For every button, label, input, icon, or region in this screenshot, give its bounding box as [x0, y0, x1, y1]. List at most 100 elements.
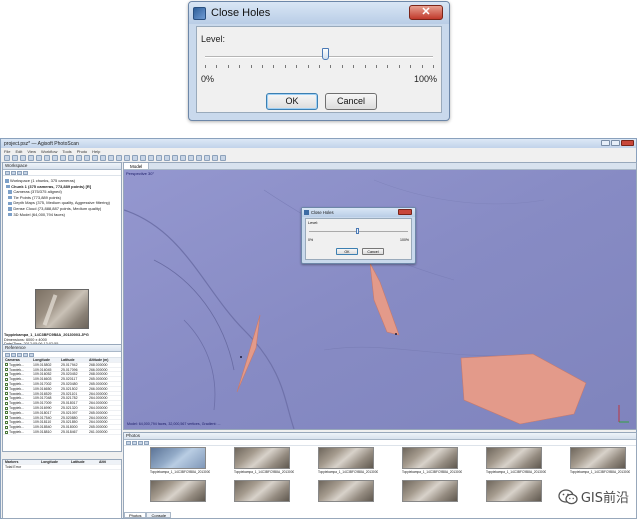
toolbar-button-icon[interactable]	[108, 155, 114, 161]
camera-checkbox[interactable]	[5, 411, 8, 415]
toolbar-button-icon[interactable]	[220, 155, 226, 161]
close-window-button[interactable]	[621, 140, 634, 146]
remove-icon[interactable]	[17, 170, 22, 175]
toolbar-button-icon[interactable]	[20, 155, 26, 161]
menu-tools[interactable]: Tools	[62, 149, 71, 154]
toolbar-button-icon[interactable]	[196, 155, 202, 161]
dialog-close-button[interactable]: ✕	[409, 5, 443, 20]
tab-console[interactable]: Console	[146, 512, 172, 518]
camera-checkbox[interactable]	[5, 392, 8, 396]
menu-file[interactable]: File	[4, 149, 10, 154]
table-row[interactable]: Toppiek... 109.018810 25.018467 261.000000	[3, 430, 121, 435]
model-canvas[interactable]: Perspective 30° Model: 64,000,794 faces,…	[124, 170, 636, 429]
camera-checkbox[interactable]	[5, 396, 8, 400]
camera-checkbox[interactable]	[5, 420, 8, 424]
toolbar-button-icon[interactable]	[164, 155, 170, 161]
col-altitude[interactable]: Altitude (m)	[89, 358, 119, 362]
small-dialog-titlebar[interactable]: Close Holes	[302, 208, 415, 217]
photo-thumbnail[interactable]: Toppiekampa_1_14C3BFC9B8A_20130003.JPG	[150, 447, 210, 474]
toolbar-button-icon[interactable]	[148, 155, 154, 161]
toolbar-button-icon[interactable]	[84, 155, 90, 161]
camera-checkbox[interactable]	[5, 372, 8, 376]
add-photos-icon[interactable]	[11, 170, 16, 175]
camera-checkbox[interactable]	[5, 368, 8, 372]
minimize-button[interactable]	[601, 140, 610, 146]
app-titlebar[interactable]: project.psz* — Agisoft PhotoScan	[1, 139, 636, 148]
toolbar-button-icon[interactable]	[12, 155, 18, 161]
total-error-row[interactable]: Total Error	[3, 465, 121, 470]
small-cancel-button[interactable]: Cancel	[362, 248, 384, 255]
toolbar-button-icon[interactable]	[172, 155, 178, 161]
toolbar-button-icon[interactable]	[140, 155, 146, 161]
photo-thumbnail[interactable]	[150, 480, 210, 502]
small-dialog-close-button[interactable]	[398, 209, 412, 215]
toolbar-button-icon[interactable]	[124, 155, 130, 161]
camera-checkbox[interactable]	[5, 387, 8, 391]
toolbar-button-icon[interactable]	[36, 155, 42, 161]
camera-checkbox[interactable]	[5, 401, 8, 405]
toolbar-button-icon[interactable]	[52, 155, 58, 161]
camera-checkbox[interactable]	[5, 377, 8, 381]
remove-photo-icon[interactable]	[126, 440, 131, 445]
toolbar-button-icon[interactable]	[68, 155, 74, 161]
rotate-icon[interactable]	[132, 440, 137, 445]
col-longitude[interactable]: Longitude	[33, 358, 61, 362]
small-level-thumb[interactable]	[356, 228, 359, 234]
convert-icon[interactable]	[17, 352, 22, 357]
enable-icon[interactable]	[23, 170, 28, 175]
toolbar-button-icon[interactable]	[4, 155, 10, 161]
menu-edit[interactable]: Edit	[15, 149, 22, 154]
col-cameras[interactable]: Cameras	[3, 358, 33, 362]
col-marker-latitude[interactable]: Latitude	[71, 460, 99, 464]
menu-photo[interactable]: Photo	[77, 149, 87, 154]
add-chunk-icon[interactable]	[5, 170, 10, 175]
col-marker-longitude[interactable]: Longitude	[41, 460, 71, 464]
view-mode-icon[interactable]	[144, 440, 149, 445]
update-icon[interactable]	[23, 352, 28, 357]
menu-help[interactable]: Help	[92, 149, 100, 154]
camera-checkbox[interactable]	[5, 382, 8, 386]
small-ok-button[interactable]: OK	[336, 248, 358, 255]
photo-thumbnail[interactable]	[318, 480, 378, 502]
toolbar-button-icon[interactable]	[132, 155, 138, 161]
tab-photos[interactable]: Photos	[124, 512, 147, 518]
camera-checkbox[interactable]	[5, 363, 8, 367]
toolbar-button-icon[interactable]	[92, 155, 98, 161]
photo-thumbnail[interactable]: Toppiekampa_1_14C3BFC9B8A_20130006.JPG	[402, 447, 462, 474]
level-slider-track[interactable]	[205, 56, 433, 58]
ok-button[interactable]: OK	[266, 93, 318, 110]
cancel-button[interactable]: Cancel	[325, 93, 377, 110]
reset-filter-icon[interactable]	[138, 440, 143, 445]
export-icon[interactable]	[11, 352, 16, 357]
toolbar-button-icon[interactable]	[212, 155, 218, 161]
toolbar-button-icon[interactable]	[76, 155, 82, 161]
col-markers[interactable]: Markers	[3, 460, 41, 464]
photo-thumbnail[interactable]: Toppiekampa_1_14C3BFC9B8A_20130004.JPG	[234, 447, 294, 474]
import-icon[interactable]	[5, 352, 10, 357]
menu-view[interactable]: View	[27, 149, 36, 154]
toolbar-button-icon[interactable]	[60, 155, 66, 161]
tree-item-3d-model[interactable]: 3D Model (64,000,794 faces)	[5, 212, 119, 218]
toolbar-button-icon[interactable]	[204, 155, 210, 161]
menu-workflow[interactable]: Workflow	[41, 149, 57, 154]
photo-thumbnail[interactable]	[486, 480, 546, 502]
camera-checkbox[interactable]	[5, 406, 8, 410]
photo-thumbnail[interactable]	[402, 480, 462, 502]
camera-checkbox[interactable]	[5, 416, 8, 420]
toolbar-button-icon[interactable]	[156, 155, 162, 161]
col-latitude[interactable]: Latitude	[61, 358, 89, 362]
level-slider-thumb[interactable]	[321, 48, 329, 60]
toolbar-button-icon[interactable]	[28, 155, 34, 161]
photo-thumbnail[interactable]: Toppiekampa_1_14C3BFC9B8A_20130008.JPG	[570, 447, 630, 474]
toolbar-button-icon[interactable]	[44, 155, 50, 161]
toolbar-button-icon[interactable]	[188, 155, 194, 161]
toolbar-button-icon[interactable]	[180, 155, 186, 161]
photo-thumbnail[interactable]: Toppiekampa_1_14C3BFC9B8A_20130005.JPG	[318, 447, 378, 474]
toolbar-button-icon[interactable]	[116, 155, 122, 161]
photo-thumbnail[interactable]	[234, 480, 294, 502]
maximize-button[interactable]	[611, 140, 620, 146]
col-marker-altitude[interactable]: Altit	[99, 460, 119, 464]
camera-checkbox[interactable]	[5, 425, 8, 429]
settings-icon[interactable]	[29, 352, 34, 357]
toolbar-button-icon[interactable]	[100, 155, 106, 161]
